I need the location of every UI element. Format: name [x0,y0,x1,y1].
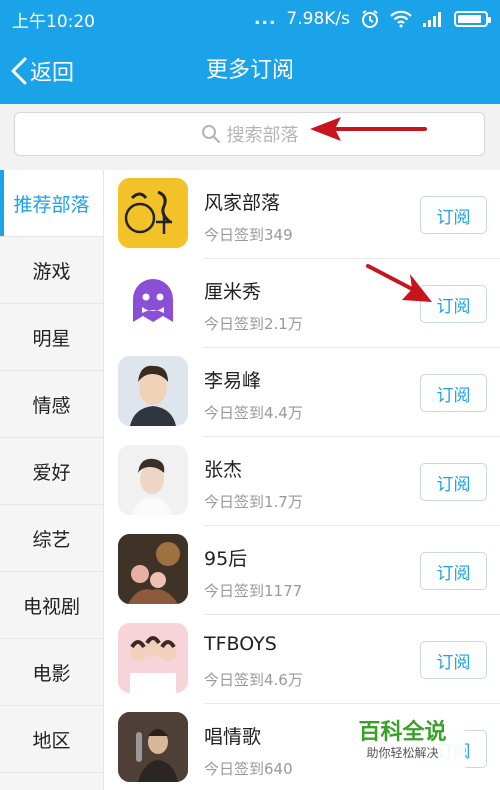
list-item[interactable]: 风家部落 今日签到349 订阅 [104,170,500,259]
avatar [118,623,188,693]
list-item[interactable]: 95后 今日签到1177 订阅 [104,526,500,615]
status-icons: ... 7.98K/s [254,9,491,29]
checkin-count: 今日签到640 [204,760,293,778]
sidebar-item-label: 爱好 [32,461,71,484]
sidebar-item-movies[interactable]: 电影 [0,639,103,706]
avatar [118,178,188,248]
sidebar-item-label: 地区 [32,729,71,752]
checkin-count: 今日签到4.6万 [204,671,303,689]
list-item[interactable]: 厘米秀 今日签到2.1万 订阅 [104,259,500,348]
sidebar-item-label: 推荐部落 [13,193,90,216]
subscribe-button[interactable]: 订阅 [420,552,487,590]
checkin-count: 今日签到2.1万 [204,315,303,333]
tribe-name: 张杰 [204,459,243,481]
subscribe-button[interactable]: 订阅 [420,641,487,679]
avatar [118,712,188,782]
sidebar-item-label: 电视剧 [22,595,80,618]
tribe-name: TFBOYS [204,633,277,655]
search-placeholder: 搜索部落 [226,125,299,146]
battery-level [458,15,481,23]
tribe-name: 李易峰 [204,370,262,392]
net-speed: 7.98K/s [286,9,350,29]
list-item[interactable]: TFBOYS 今日签到4.6万 订阅 [104,615,500,704]
subscribe-button[interactable]: 订阅 [420,196,487,234]
sidebar-item-emotion[interactable]: 情感 [0,371,103,438]
search-icon [201,125,220,144]
sidebar-item-label: 电影 [32,662,71,685]
sidebar-item-recommended[interactable]: 推荐部落 [0,170,103,237]
sidebar-item-variety[interactable]: 综艺 [0,505,103,572]
list-item[interactable]: 李易峰 今日签到4.4万 订阅 [104,348,500,437]
subscribe-button[interactable]: 订阅 [420,374,487,412]
avatar [118,267,188,337]
tribe-name: 95后 [204,548,248,570]
status-time: 上午10:20 [12,11,95,32]
subscribe-button[interactable]: 订阅 [420,463,487,501]
sidebar-item-stars[interactable]: 明星 [0,304,103,371]
sidebar-item-label: 情感 [32,394,71,417]
watermark-logo: 百科全说 助你轻松解决 [340,710,465,770]
tribe-name: 厘米秀 [204,281,262,303]
category-sidebar: 推荐部落 游戏 明星 情感 爱好 综艺 电视剧 电影 地区 [0,170,104,790]
signal-icon [423,12,441,27]
tribe-list: 风家部落 今日签到349 订阅 厘米秀 今日签到2.1万 订阅 李易峰 今日签到… [104,170,500,790]
avatar [118,534,188,604]
list-item[interactable]: 张杰 今日签到1.7万 订阅 [104,437,500,526]
sidebar-item-tv-series[interactable]: 电视剧 [0,572,103,639]
watermark-subtitle: 助你轻松解决 [366,746,439,760]
tribe-name: 风家部落 [204,192,281,214]
tribe-name: 唱情歌 [204,726,262,748]
watermark-title: 百科全说 [358,720,447,745]
sidebar-item-label: 游戏 [32,260,71,283]
checkin-count: 今日签到4.4万 [204,404,303,422]
sidebar-item-region[interactable]: 地区 [0,706,103,773]
search-bar: 搜索部落 [0,104,500,164]
alarm-icon [362,10,378,28]
page-title: 更多订阅 [205,58,294,83]
title-bar: 返回 更多订阅 [0,38,500,104]
sidebar-item-hobbies[interactable]: 爱好 [0,438,103,505]
more-dots: ... [254,9,277,29]
checkin-count: 今日签到1177 [204,582,303,600]
checkin-count: 今日签到1.7万 [204,493,303,511]
status-bar: 上午10:20 ... 7.98K/s [0,0,500,38]
battery-icon [454,11,491,27]
sidebar-item-label: 综艺 [32,528,71,551]
sidebar-item-games[interactable]: 游戏 [0,237,103,304]
checkin-count: 今日签到349 [204,226,293,244]
wifi-icon [390,10,412,28]
subscribe-button[interactable]: 订阅 [420,285,487,323]
sidebar-item-label: 明星 [32,327,71,350]
search-input[interactable]: 搜索部落 [14,112,485,156]
avatar [118,356,188,426]
avatar [118,445,188,515]
